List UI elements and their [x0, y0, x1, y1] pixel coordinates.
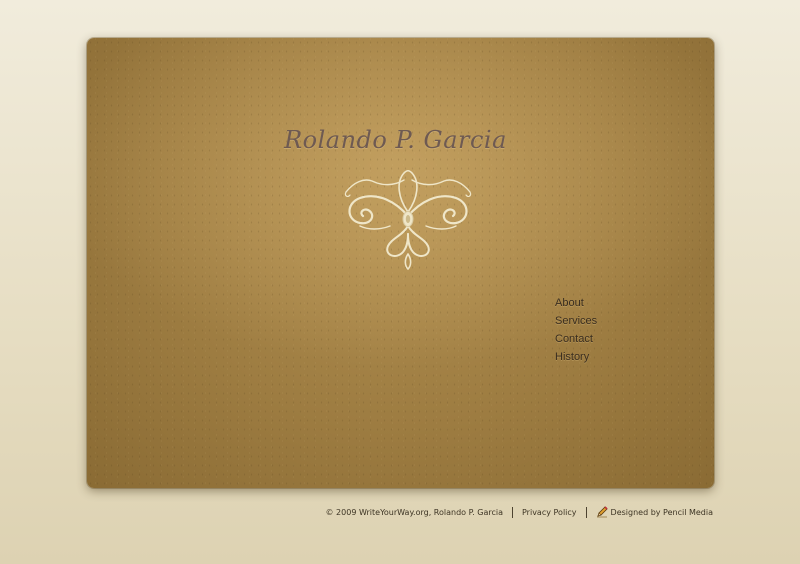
designer-link[interactable]: Designed by Pencil Media [611, 508, 713, 517]
main-card: Rolando P. Garcia About Services Contact… [87, 38, 714, 488]
flourish-ornament-icon [344, 169, 472, 270]
footer-divider [585, 506, 587, 518]
nav-item-about[interactable]: About [555, 294, 597, 312]
footer: © 2009 WriteYourWay.org, Rolando P. Garc… [325, 506, 713, 518]
nav-item-history[interactable]: History [555, 348, 597, 366]
nav-item-services[interactable]: Services [555, 312, 597, 330]
pencil-icon [596, 506, 608, 518]
privacy-policy-link[interactable]: Privacy Policy [522, 508, 577, 517]
footer-copyright: © 2009 WriteYourWay.org, Rolando P. Garc… [325, 507, 504, 517]
nav-item-contact[interactable]: Contact [555, 330, 597, 348]
footer-divider [512, 506, 513, 518]
main-nav: About Services Contact History [555, 294, 597, 366]
site-title[interactable]: Rolando P. Garcia [87, 126, 714, 154]
